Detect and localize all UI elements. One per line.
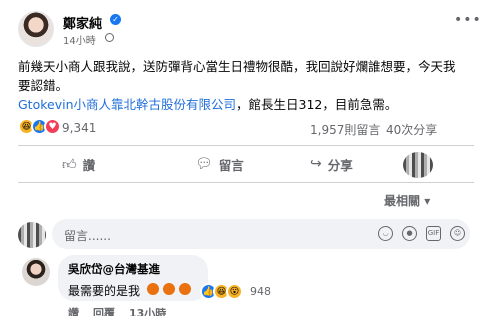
comment-text: 最需要的是我 — [68, 284, 141, 298]
commenter-avatar[interactable] — [22, 258, 50, 286]
post-text-link-line: Gtokevin小商人靠北幹古股份有限公司，館長生日312，目前急需。 — [18, 94, 397, 113]
comment-like-link[interactable]: 讚 — [68, 307, 79, 316]
comment-input[interactable]: 留言...... ◡ ● GIF ☺ — [52, 219, 470, 249]
comment-sort-dropdown[interactable]: 最相關 ▾ — [384, 192, 430, 209]
comment-icon: 💬︎ — [195, 156, 213, 172]
gif-icon[interactable]: GIF — [426, 226, 441, 241]
comment-time[interactable]: 13小時 — [129, 307, 166, 316]
sticker-icon[interactable]: ☺ — [450, 226, 465, 241]
share-button[interactable]: ↪ 分享 — [310, 151, 353, 177]
globe-icon — [105, 33, 114, 42]
angry-emoji-icon — [163, 283, 175, 295]
comment-label: 留言 — [218, 157, 244, 173]
reaction-count[interactable]: 9,341 — [62, 121, 96, 135]
comment-count[interactable]: 1,957則留言 — [310, 121, 380, 138]
share-count[interactable]: 40次分享 — [386, 121, 437, 138]
sort-label: 最相關 — [384, 194, 421, 208]
like-icon: 👍︎ — [62, 156, 77, 173]
like-label: 讚 — [82, 157, 96, 173]
author-avatar[interactable] — [18, 11, 54, 47]
share-as-avatar[interactable] — [403, 152, 433, 178]
love-reaction-icon: ♥ — [44, 118, 61, 135]
comment-reply-link[interactable]: 回覆 — [93, 307, 115, 316]
current-user-avatar — [18, 222, 46, 248]
share-label: 分享 — [327, 157, 353, 173]
emoji-icon[interactable]: ◡ — [378, 226, 393, 241]
comment-actions: 讚 回覆 13小時 — [68, 305, 180, 316]
comment-reaction-count[interactable]: 948 — [250, 285, 271, 298]
comment-button[interactable]: 💬︎ 留言 — [195, 151, 244, 177]
divider — [18, 145, 474, 146]
facebook-post: 鄭家純 ✓ 14小時 ••• 前幾天小商人跟我說，送防彈背心當生日禮物很酷，我回… — [0, 0, 492, 316]
mentioned-page-link[interactable]: Gtokevin小商人靠北幹古股份有限公司 — [18, 97, 236, 112]
like-button[interactable]: 👍︎ 讚 — [62, 151, 95, 177]
author-name[interactable]: 鄭家純 — [63, 13, 102, 32]
camera-icon[interactable]: ● — [402, 226, 417, 241]
comment-input-placeholder: 留言...... — [64, 229, 111, 243]
more-icon[interactable]: ••• — [454, 12, 482, 28]
commenter-name[interactable]: 吳欣岱@台灣基進 — [68, 261, 160, 277]
post-text-suffix: ，館長生日312，目前急需。 — [236, 97, 398, 112]
divider — [18, 182, 474, 183]
wow-icon: 😮 — [226, 283, 243, 300]
post-time[interactable]: 14小時 — [63, 32, 96, 47]
verified-icon: ✓ — [110, 14, 121, 25]
share-icon: ↪ — [310, 156, 322, 172]
angry-emoji-icon — [147, 283, 159, 295]
angry-emoji-icon — [179, 283, 191, 295]
post-text: 前幾天小商人跟我說，送防彈背心當生日禮物很酷，我回說好爛誰想要，今天我要認錯。 — [18, 59, 456, 93]
